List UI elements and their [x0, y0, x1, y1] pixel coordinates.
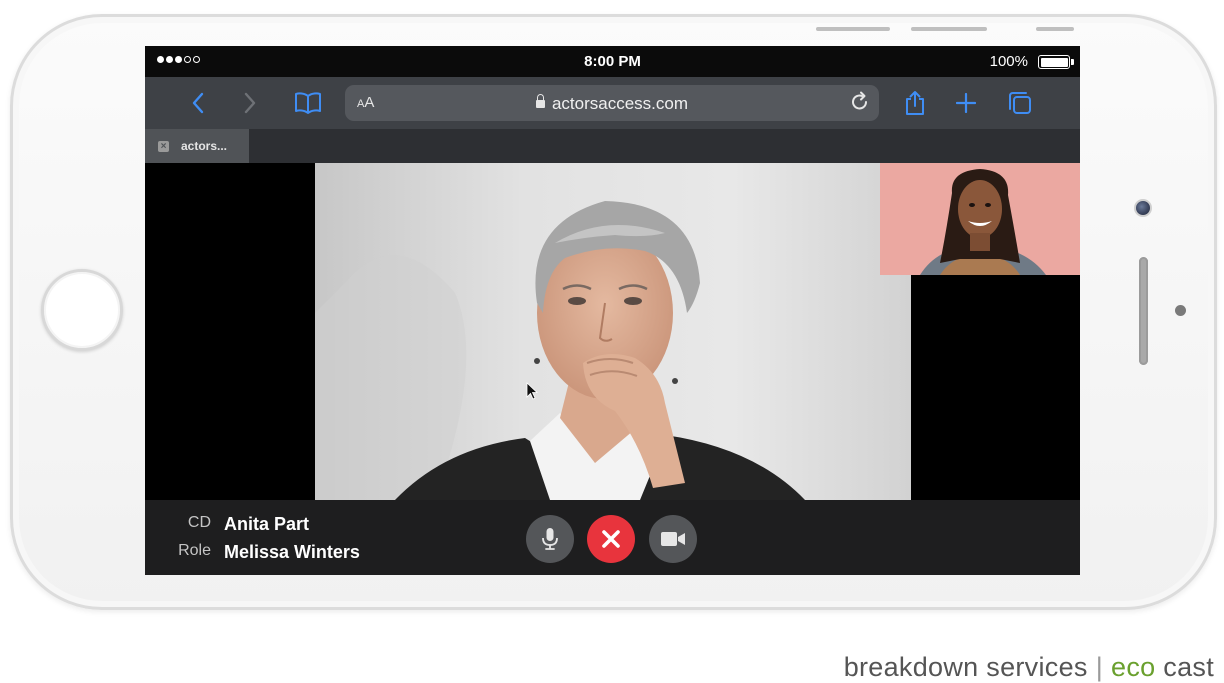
tabs-icon[interactable] [1005, 89, 1035, 117]
url-text: actorsaccess.com [551, 94, 689, 113]
cd-label: CD [187, 514, 211, 531]
status-time: 8:00 PM [584, 53, 641, 70]
casting-director-video-image [315, 163, 911, 500]
power-button [1036, 27, 1074, 31]
end-call-button[interactable] [587, 515, 635, 563]
microphone-icon [542, 528, 558, 550]
volume-button [816, 27, 890, 31]
earpiece-speaker [1139, 257, 1148, 365]
back-chevron-icon[interactable] [183, 89, 213, 117]
battery-icon [1038, 55, 1074, 69]
proximity-sensor [1175, 305, 1186, 316]
close-tab-icon[interactable]: × [158, 141, 169, 152]
tab-title: actors... [181, 139, 228, 153]
volume-button [911, 27, 987, 31]
share-icon[interactable] [900, 89, 930, 117]
camera-button[interactable] [649, 515, 697, 563]
cd-name: Anita Part [224, 514, 310, 534]
browser-toolbar: AA actorsaccess.com [145, 77, 1080, 129]
microphone-button[interactable] [526, 515, 574, 563]
browser-tab[interactable]: × actors... [145, 129, 249, 163]
home-button[interactable] [41, 269, 123, 351]
front-camera [1134, 199, 1152, 217]
brand-cast: cast [1163, 652, 1214, 682]
self-view-video[interactable] [880, 163, 1080, 275]
phone-screen: 8:00 PM 100% AA actorsaccess.com × actor… [145, 46, 1080, 575]
address-bar[interactable]: AA actorsaccess.com [345, 85, 879, 121]
close-x-icon [602, 530, 620, 548]
brand-separator: | [1095, 652, 1104, 682]
status-bar: 8:00 PM 100% [145, 46, 1080, 77]
video-call-area [145, 163, 1080, 500]
main-video-feed [315, 163, 911, 500]
tab-strip: × actors... [145, 129, 1080, 163]
lock-icon [535, 94, 545, 108]
plus-icon[interactable] [951, 89, 981, 117]
actor-self-view-image [880, 163, 1080, 275]
video-camera-icon [661, 532, 685, 546]
brand-eco: eco [1111, 652, 1156, 682]
brand-part1: breakdown services [843, 652, 1088, 682]
battery-percentage: 100% [989, 53, 1028, 70]
role-name: Melissa Winters [224, 542, 360, 562]
role-label: Role [178, 542, 211, 559]
reload-icon[interactable] [851, 91, 869, 117]
brand-logo: breakdown services | eco cast [844, 652, 1214, 683]
bookmarks-book-icon[interactable] [293, 89, 323, 117]
forward-chevron-icon[interactable] [235, 89, 265, 117]
call-controls-bar: CD Anita Part Role Melissa Winters [145, 500, 1080, 575]
